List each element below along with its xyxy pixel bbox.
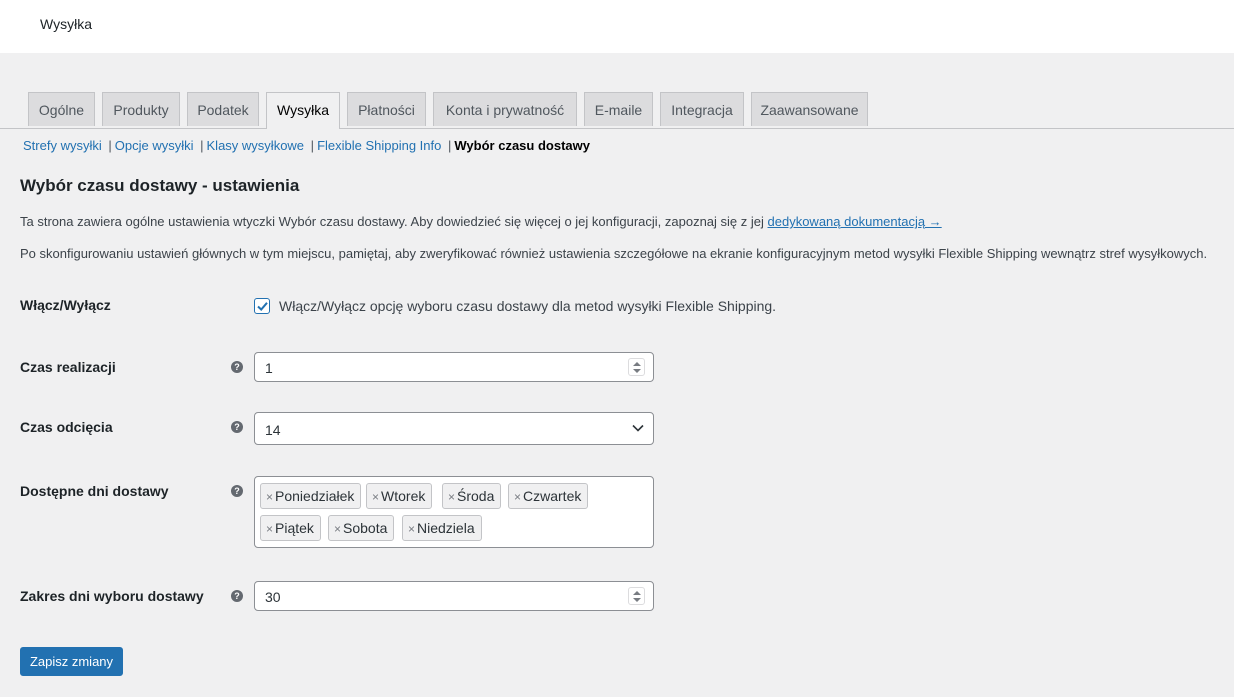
save-button[interactable]: Zapisz zmiany xyxy=(20,647,123,676)
subnav-separator: | xyxy=(448,138,452,153)
tab-shipping[interactable]: Wysyłka xyxy=(266,92,340,129)
tab-payments[interactable]: Płatności xyxy=(347,92,426,126)
remove-icon[interactable]: × xyxy=(266,490,273,504)
subnav-separator: | xyxy=(108,138,112,153)
shipping-subnav: Strefy wysyłki | Opcje wysyłki | Klasy wys… xyxy=(23,138,590,153)
remove-icon[interactable]: × xyxy=(334,522,341,536)
question-circle-icon[interactable]: ? xyxy=(231,361,243,373)
checkmark-icon xyxy=(257,302,268,311)
cutoff-time-select[interactable]: 14 xyxy=(254,412,654,445)
lead-time-label: Czas realizacji xyxy=(20,359,116,375)
question-circle-icon[interactable]: ? xyxy=(231,590,243,602)
remove-icon[interactable]: × xyxy=(266,522,273,536)
question-circle-icon[interactable]: ? xyxy=(231,485,243,497)
top-header: Wysyłka xyxy=(0,0,1234,53)
chevron-down-icon xyxy=(632,424,644,432)
lead-time-input[interactable]: 1 xyxy=(254,352,654,382)
remove-icon[interactable]: × xyxy=(514,490,521,504)
subnav-current: Wybór czasu dostawy xyxy=(454,138,590,153)
page-title: Wysyłka xyxy=(40,16,92,32)
tab-integration[interactable]: Integracja xyxy=(660,92,744,126)
description-text: Ta strona zawiera ogólne ustawienia wtyc… xyxy=(20,214,764,229)
subnav-flexible-shipping-info[interactable]: Flexible Shipping Info xyxy=(317,138,441,153)
enable-label: Włącz/Wyłącz xyxy=(20,297,111,313)
subnav-shipping-zones[interactable]: Strefy wysyłki xyxy=(23,138,102,153)
tab-products[interactable]: Produkty xyxy=(102,92,180,126)
lead-time-value: 1 xyxy=(265,360,273,376)
day-chip[interactable]: × Środa xyxy=(442,483,502,509)
delivery-days-multiselect[interactable]: × Poniedziałek × Wtorek × Środa × Czwartek ×… xyxy=(254,476,654,548)
day-chip[interactable]: × Wtorek xyxy=(366,483,433,509)
day-chip[interactable]: × Czwartek xyxy=(508,483,589,509)
documentation-link[interactable]: dedykowaną dokumentacją → xyxy=(768,214,942,229)
tab-emails[interactable]: E-maile xyxy=(584,92,653,126)
number-spinner[interactable] xyxy=(628,587,645,605)
settings-tabs: Ogólne Produkty Podatek Wysyłka Płatnośc… xyxy=(0,92,1234,129)
tab-general[interactable]: Ogólne xyxy=(28,92,95,126)
day-chip[interactable]: × Piątek xyxy=(260,515,321,541)
subnav-shipping-classes[interactable]: Klasy wysyłkowe xyxy=(207,138,305,153)
day-chip[interactable]: × Niedziela xyxy=(402,515,482,541)
remove-icon[interactable]: × xyxy=(372,490,379,504)
cutoff-time-value: 14 xyxy=(265,422,281,438)
subnav-separator: | xyxy=(200,138,204,153)
remove-icon[interactable]: × xyxy=(448,490,455,504)
range-input[interactable]: 30 xyxy=(254,581,654,611)
tab-advanced[interactable]: Zaawansowane xyxy=(751,92,868,126)
range-label: Zakres dni wyboru dostawy xyxy=(20,588,204,604)
enable-checkbox-label: Włącz/Wyłącz opcję wyboru czasu dostawy … xyxy=(279,298,777,314)
tab-tax[interactable]: Podatek xyxy=(187,92,259,126)
tab-accounts-privacy[interactable]: Konta i prywatność xyxy=(433,92,577,126)
range-value: 30 xyxy=(265,589,281,605)
delivery-days-label: Dostępne dni dostawy xyxy=(20,483,169,499)
section-title: Wybór czasu dostawy - ustawienia xyxy=(20,176,300,195)
number-spinner[interactable] xyxy=(628,358,645,376)
remove-icon[interactable]: × xyxy=(408,522,415,536)
cutoff-time-label: Czas odcięcia xyxy=(20,419,113,435)
subnav-shipping-options[interactable]: Opcje wysyłki xyxy=(115,138,194,153)
section-description: Ta strona zawiera ogólne ustawienia wtyc… xyxy=(20,214,942,229)
section-note: Po skonfigurowaniu ustawień głównych w t… xyxy=(20,246,1208,261)
day-chip[interactable]: × Poniedziałek xyxy=(260,483,362,509)
subnav-separator: | xyxy=(310,138,315,153)
day-chip[interactable]: × Sobota xyxy=(328,515,395,541)
question-circle-icon[interactable]: ? xyxy=(231,421,243,433)
enable-checkbox[interactable] xyxy=(254,298,270,314)
